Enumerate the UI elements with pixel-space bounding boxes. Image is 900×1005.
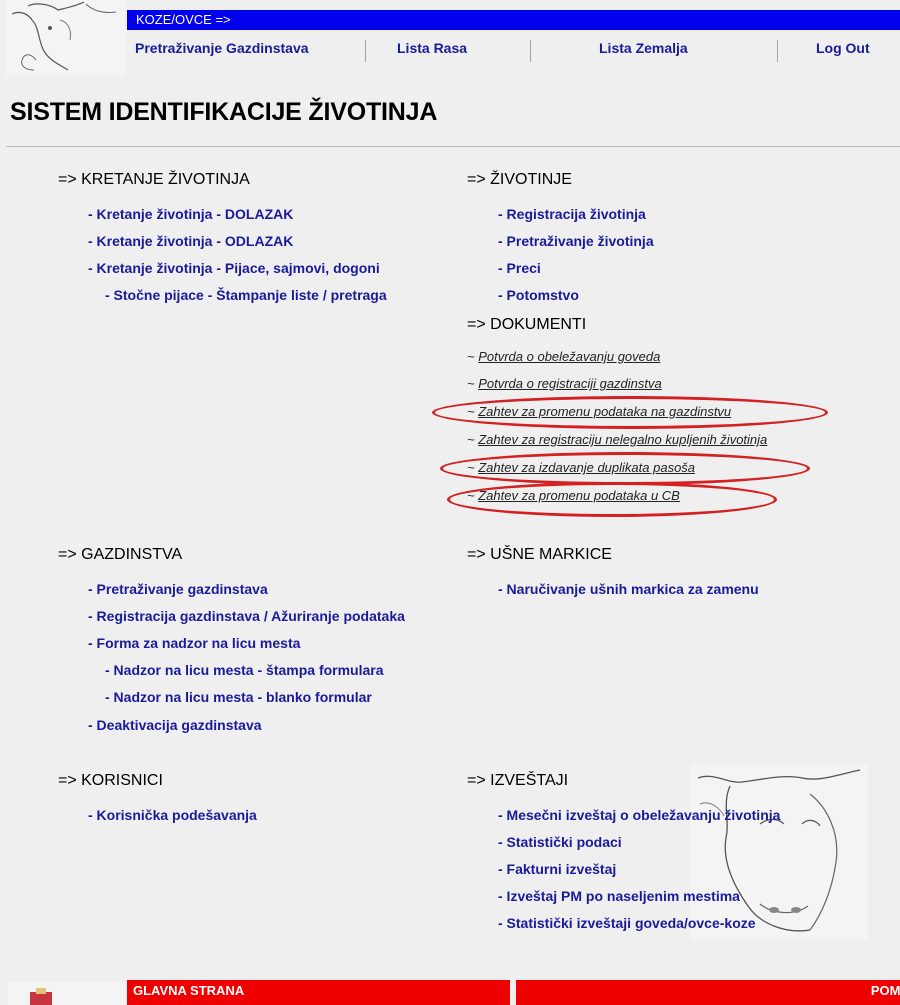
link-animal-registration[interactable]: - Registracija životinja — [498, 206, 646, 222]
link-cattle-markets-print[interactable]: - Stočne pijace - Štampanje liste / pret… — [105, 287, 387, 303]
section-heading-reports: => IZVEŠTAJI — [467, 772, 569, 789]
link-movement-departure[interactable]: - Kretanje životinja - ODLAZAK — [88, 233, 293, 249]
cow-logo — [6, 0, 126, 76]
link-movement-markets[interactable]: - Kretanje životinja - Pijace, sajmovi, … — [88, 260, 380, 276]
link-farm-registration-update[interactable]: - Registracija gazdinstava / Ažuriranje … — [88, 608, 405, 624]
section-heading-farms: => GAZDINSTVA — [58, 546, 183, 563]
nav-country-list[interactable]: Lista Zemalja — [599, 40, 688, 56]
highlight-oval — [432, 396, 828, 429]
nav-breed-list[interactable]: Lista Rasa — [397, 40, 467, 56]
link-pm-report-settlements[interactable]: - Izveštaj PM po naseljenim mestima — [498, 888, 740, 904]
divider — [6, 146, 900, 147]
section-heading-movement: => KRETANJE ŽIVOTINJA — [58, 171, 250, 188]
section-heading-ear-tags: => UŠNE MARKICE — [467, 546, 612, 563]
section-heading-animals: => ŽIVOTINJE — [467, 171, 572, 188]
section-heading-users: => KORISNICI — [58, 772, 163, 789]
nav-separator — [365, 40, 366, 62]
doc-link-illegal-animals[interactable]: Zahtev za registraciju nelegalno kupljen… — [478, 432, 767, 447]
link-order-ear-tags[interactable]: - Naručivanje ušnih markica za zamenu — [498, 581, 759, 597]
doc-link-cattle-marking[interactable]: Potvrda o obeležavanju goveda — [478, 349, 660, 364]
link-farm-search[interactable]: - Pretraživanje gazdinstava — [88, 581, 268, 597]
section-heading-documents: => DOKUMENTI — [467, 316, 587, 333]
nav-logout[interactable]: Log Out — [816, 40, 870, 56]
link-movement-arrival[interactable]: - Kretanje životinja - DOLAZAK — [88, 206, 293, 222]
species-label: KOZE/OVCE => — [136, 12, 231, 27]
highlight-oval — [447, 482, 777, 517]
link-invoice-report[interactable]: - Fakturni izveštaj — [498, 861, 616, 877]
page-title: SISTEM IDENTIFIKACIJE ŽIVOTINJA — [10, 98, 438, 126]
doc-link-farm-registration[interactable]: Potvrda o registraciji gazdinstva — [478, 376, 662, 391]
link-offspring[interactable]: - Potomstvo — [498, 287, 579, 303]
doc-item[interactable]: ~ Zahtev za registraciju nelegalno kuplj… — [467, 432, 767, 447]
link-animal-search[interactable]: - Pretraživanje životinja — [498, 233, 654, 249]
home-bar[interactable]: GLAVNA STRANA — [127, 980, 510, 1005]
link-farm-deactivation[interactable]: - Deaktivacija gazdinstava — [88, 717, 262, 733]
link-ancestors[interactable]: - Preci — [498, 260, 541, 276]
serbia-emblem — [8, 982, 126, 1005]
highlight-oval — [440, 452, 810, 485]
link-onsite-inspection-form[interactable]: - Forma za nadzor na licu mesta — [88, 635, 300, 651]
link-user-settings[interactable]: - Korisnička podešavanja — [88, 807, 257, 823]
link-inspection-print[interactable]: - Nadzor na licu mesta - štampa formular… — [105, 662, 384, 678]
home-label[interactable]: GLAVNA STRANA — [133, 983, 244, 998]
help-bar[interactable]: POMOĆ — [516, 980, 900, 1005]
nav-separator — [530, 40, 531, 62]
help-label[interactable]: POMOĆ — [871, 983, 900, 998]
link-statistics[interactable]: - Statistički podaci — [498, 834, 622, 850]
nav-farm-search[interactable]: Pretraživanje Gazdinstava — [135, 40, 309, 56]
link-statistical-reports-species[interactable]: - Statistički izveštaji goveda/ovce-koze — [498, 915, 756, 931]
nav-separator — [777, 40, 778, 62]
top-navigation: Pretraživanje Gazdinstava Lista Rasa Lis… — [127, 40, 900, 62]
species-bar[interactable]: KOZE/OVCE => — [127, 10, 900, 30]
cow-illustration — [690, 764, 868, 940]
doc-item[interactable]: ~ Potvrda o registraciji gazdinstva — [467, 376, 662, 391]
link-monthly-marking-report[interactable]: - Mesečni izveštaj o obeležavanju životi… — [498, 807, 780, 823]
link-inspection-blank[interactable]: - Nadzor na licu mesta - blanko formular — [105, 689, 372, 705]
doc-item[interactable]: ~ Potvrda o obeležavanju goveda — [467, 349, 660, 364]
